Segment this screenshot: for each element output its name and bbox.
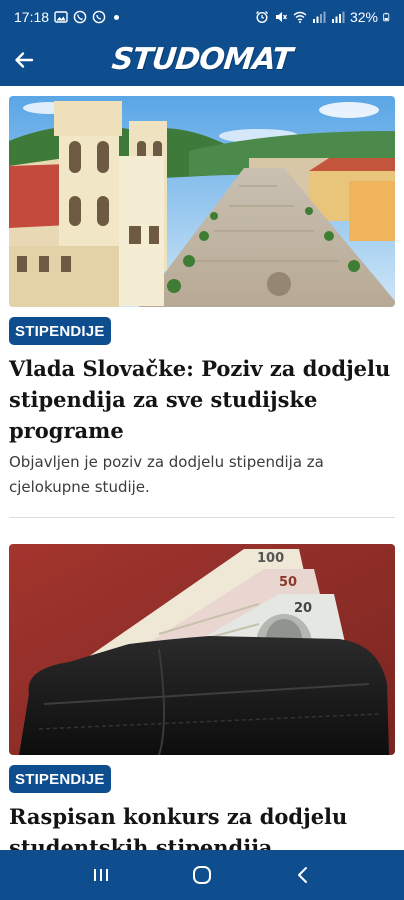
article-title[interactable]: Vlada Slovačke: Poziv za dodjelu stipend… <box>9 353 395 446</box>
signal-2-icon <box>331 11 345 23</box>
gallery-notification-icon <box>54 11 68 23</box>
recent-apps-button[interactable] <box>81 855 121 895</box>
category-badge[interactable]: STIPENDIJE <box>9 765 111 793</box>
status-right: 32% <box>255 9 392 25</box>
article-title[interactable]: Raspisan konkurs za dodjelu studentskih … <box>9 801 395 850</box>
whatsapp-notification-icon <box>92 10 106 24</box>
mute-icon <box>275 12 287 22</box>
app-header: STUDOMAT <box>0 34 404 86</box>
svg-text:20: 20 <box>294 601 312 616</box>
system-navigation-bar <box>0 850 404 900</box>
back-button[interactable] <box>8 44 40 76</box>
more-notifications-dot-icon <box>114 14 120 20</box>
status-bar: 17:18 32% <box>0 0 404 34</box>
home-button[interactable] <box>182 855 222 895</box>
status-time: 17:18 <box>14 9 50 25</box>
article-card[interactable]: 100 50 20 STIPENDIJE Raspisan konkurs za… <box>0 518 404 850</box>
recent-apps-icon <box>93 869 108 881</box>
town-square-photo[interactable] <box>9 96 395 307</box>
svg-text:100: 100 <box>257 551 284 566</box>
article-feed[interactable]: STIPENDIJE Vlada Slovačke: Poziv za dodj… <box>0 86 404 850</box>
signal-icon <box>312 11 326 23</box>
alarm-icon <box>256 11 268 24</box>
battery-percent: 32% <box>349 9 378 25</box>
arrow-left-icon <box>15 52 34 68</box>
back-chevron-icon <box>298 867 308 883</box>
home-icon <box>192 866 211 884</box>
system-back-button[interactable] <box>283 855 323 895</box>
wallet-banknotes-photo[interactable]: 100 50 20 <box>9 544 395 755</box>
battery-icon <box>383 12 390 22</box>
article-excerpt: Objavljen je poziv za dodjelu stipendija… <box>9 453 324 496</box>
viber-notification-icon <box>73 10 87 24</box>
studomat-logo: STUDOMAT <box>110 42 294 77</box>
svg-text:50: 50 <box>279 575 297 590</box>
article-card[interactable]: STIPENDIJE Vlada Slovačke: Poziv za dodj… <box>0 86 404 518</box>
status-left: 17:18 <box>14 9 120 25</box>
wifi-icon <box>293 11 307 23</box>
category-badge[interactable]: STIPENDIJE <box>9 317 111 345</box>
